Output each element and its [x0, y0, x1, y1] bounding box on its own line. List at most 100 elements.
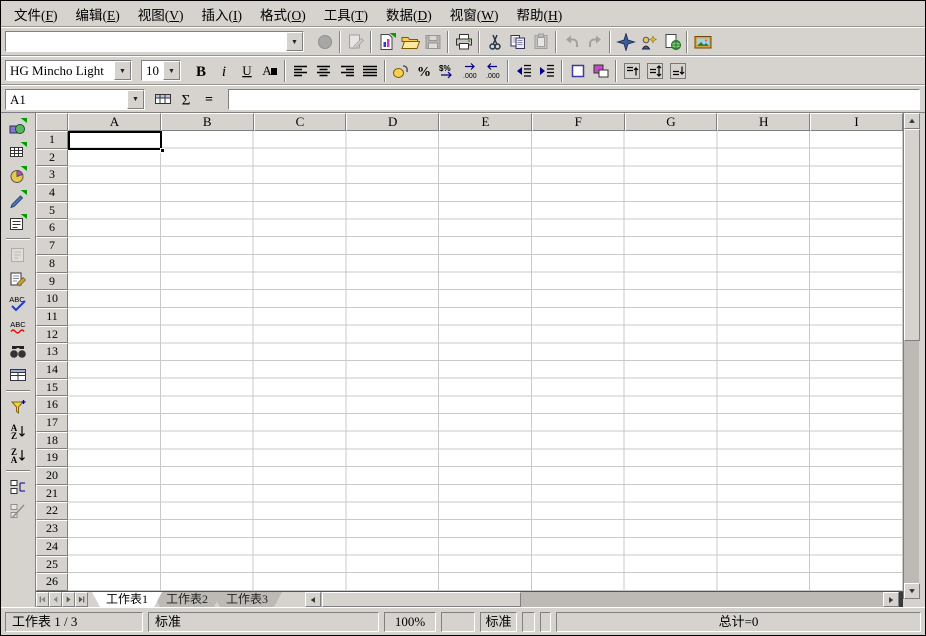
align-right-button[interactable]: [335, 60, 358, 82]
scroll-down-button[interactable]: [904, 583, 920, 599]
scroll-up-button[interactable]: [904, 113, 920, 129]
row-header-22[interactable]: 22: [36, 502, 68, 520]
draw-functions-button[interactable]: [5, 187, 31, 211]
last-sheet-button[interactable]: [75, 592, 88, 607]
menu-item-o[interactable]: 格式(O): [251, 2, 315, 26]
print-button[interactable]: [452, 31, 475, 53]
previous-sheet-button[interactable]: [49, 592, 62, 607]
column-header-g[interactable]: G: [625, 113, 718, 131]
font-name-combobox[interactable]: HG Mincho Light ▼: [5, 60, 132, 81]
horizontal-scrollbar[interactable]: [305, 592, 899, 607]
row-header-7[interactable]: 7: [36, 237, 68, 255]
row-header-25[interactable]: 25: [36, 556, 68, 574]
menu-item-t[interactable]: 工具(T): [315, 2, 377, 26]
background-color-button[interactable]: [589, 60, 612, 82]
menu-item-f[interactable]: 文件(F): [5, 2, 67, 26]
data-sources-button[interactable]: [5, 363, 31, 387]
autofilter-button[interactable]: [5, 395, 31, 419]
italic-button[interactable]: i: [212, 60, 235, 82]
row-header-13[interactable]: 13: [36, 343, 68, 361]
font-size-combobox[interactable]: 10 ▼: [141, 60, 181, 81]
form-controls-button[interactable]: [5, 211, 31, 235]
column-header-c[interactable]: C: [254, 113, 347, 131]
cell-reference-box[interactable]: A1 ▼: [5, 89, 145, 110]
find-replace-button[interactable]: [5, 339, 31, 363]
sum-button[interactable]: Σ: [174, 88, 197, 110]
status-selection-sum[interactable]: 总计=0: [556, 612, 921, 632]
menu-item-e[interactable]: 编辑(E): [67, 2, 129, 26]
copy-button[interactable]: [506, 31, 529, 53]
row-header-16[interactable]: 16: [36, 396, 68, 414]
row-header-2[interactable]: 2: [36, 149, 68, 167]
column-header-e[interactable]: E: [439, 113, 532, 131]
sheet-tab-1[interactable]: 工作表1: [92, 592, 162, 607]
row-header-5[interactable]: 5: [36, 202, 68, 220]
row-header-19[interactable]: 19: [36, 449, 68, 467]
align-left-button[interactable]: [289, 60, 312, 82]
row-header-8[interactable]: 8: [36, 255, 68, 273]
row-header-1[interactable]: 1: [36, 131, 68, 149]
row-header-21[interactable]: 21: [36, 485, 68, 503]
menu-item-w[interactable]: 视窗(W): [441, 2, 508, 26]
row-header-9[interactable]: 9: [36, 273, 68, 291]
row-header-11[interactable]: 11: [36, 308, 68, 326]
status-sheet-position[interactable]: 工作表 1 / 3: [5, 612, 143, 632]
add-decimal-button[interactable]: .000: [458, 60, 481, 82]
spreadsheet-cells[interactable]: [68, 131, 903, 591]
vertical-scrollbar[interactable]: [903, 113, 919, 599]
row-header-14[interactable]: 14: [36, 361, 68, 379]
row-header-26[interactable]: 26: [36, 573, 68, 591]
url-dropdown-button[interactable]: ▼: [286, 32, 303, 51]
new-document-button[interactable]: [375, 31, 398, 53]
align-top-button[interactable]: [620, 60, 643, 82]
font-name-dropdown-button[interactable]: ▼: [114, 61, 131, 80]
currency-format-button[interactable]: [389, 60, 412, 82]
sheet-tab-2[interactable]: 工作表2: [152, 592, 222, 607]
autopilot-button[interactable]: [637, 31, 660, 53]
auto-spellcheck-button[interactable]: ABC: [5, 315, 31, 339]
next-sheet-button[interactable]: [62, 592, 75, 607]
cut-button[interactable]: [483, 31, 506, 53]
insert-object-button[interactable]: [5, 163, 31, 187]
decrease-indent-button[interactable]: [512, 60, 535, 82]
vertical-scroll-thumb[interactable]: [904, 129, 920, 341]
column-header-h[interactable]: H: [717, 113, 810, 131]
column-header-f[interactable]: F: [532, 113, 625, 131]
percent-format-button[interactable]: %: [412, 60, 435, 82]
delete-decimal-button[interactable]: .000: [481, 60, 504, 82]
row-header-10[interactable]: 10: [36, 290, 68, 308]
column-header-i[interactable]: I: [810, 113, 903, 131]
scroll-right-button[interactable]: [883, 592, 899, 607]
url-combobox[interactable]: ▼: [5, 31, 304, 52]
menu-item-h[interactable]: 帮助(H): [508, 2, 572, 26]
row-header-3[interactable]: 3: [36, 166, 68, 184]
font-size-dropdown-button[interactable]: ▼: [163, 61, 180, 80]
underline-button[interactable]: U: [235, 60, 258, 82]
gallery-button[interactable]: [691, 31, 714, 53]
menu-item-d[interactable]: 数据(D): [377, 2, 441, 26]
sort-ascending-button[interactable]: AZ: [5, 419, 31, 443]
status-insert-mode[interactable]: 标准: [480, 612, 517, 632]
hyperlink-document-button[interactable]: [660, 31, 683, 53]
standard-format-button[interactable]: $%: [435, 60, 458, 82]
insert-button[interactable]: [5, 115, 31, 139]
bold-button[interactable]: B: [189, 60, 212, 82]
row-header-20[interactable]: 20: [36, 467, 68, 485]
sort-descending-button[interactable]: ZA: [5, 443, 31, 467]
column-header-a[interactable]: A: [68, 113, 161, 131]
select-all-corner[interactable]: [36, 113, 68, 131]
row-header-12[interactable]: 12: [36, 326, 68, 344]
formula-input-line[interactable]: [228, 89, 920, 110]
row-header-6[interactable]: 6: [36, 219, 68, 237]
horizontal-scroll-thumb[interactable]: [322, 592, 521, 607]
cell-reference-dropdown-button[interactable]: ▼: [127, 90, 144, 109]
choose-themes-button[interactable]: [5, 267, 31, 291]
row-header-23[interactable]: 23: [36, 520, 68, 538]
sheet-tab-3[interactable]: 工作表3: [212, 592, 282, 607]
font-color-button[interactable]: A: [258, 60, 281, 82]
align-justify-button[interactable]: [358, 60, 381, 82]
group-button[interactable]: [5, 475, 31, 499]
align-bottom-button[interactable]: [666, 60, 689, 82]
equals-button[interactable]: =: [197, 88, 220, 110]
align-center-button[interactable]: [312, 60, 335, 82]
